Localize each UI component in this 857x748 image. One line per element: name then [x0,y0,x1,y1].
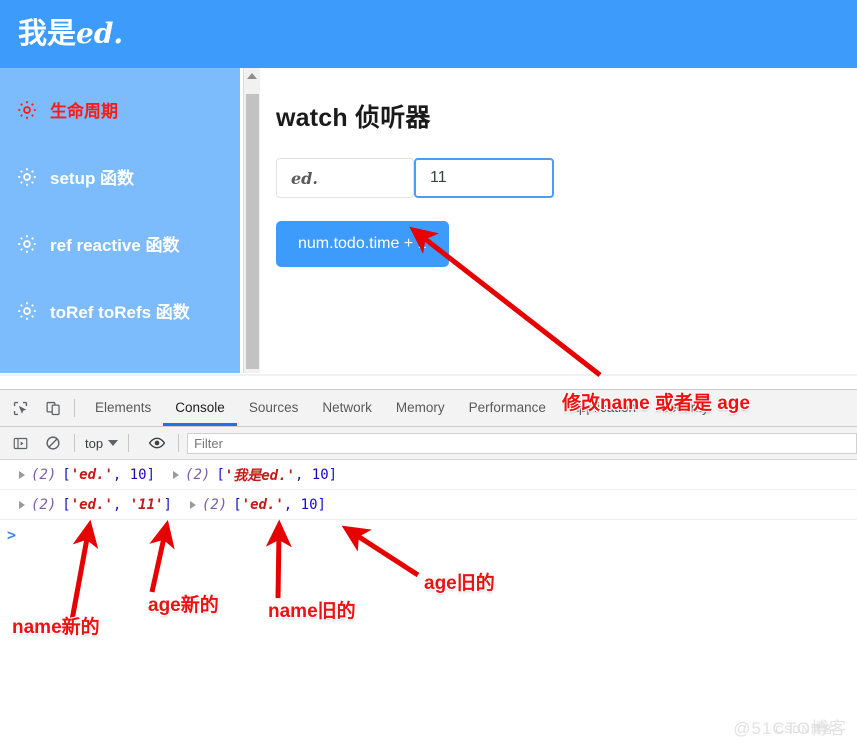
sidebar-item-toref-torefs[interactable]: toRef toRefs 函数 [0,289,240,332]
tab-sources[interactable]: Sources [237,390,311,426]
page-vertical-scrollbar[interactable] [243,68,261,373]
array-length: (2) [31,466,57,483]
toolbar-divider [178,434,180,452]
annotation-text: name [600,393,650,414]
bracket-close: ] [317,496,326,513]
array-length: (2) [201,496,228,513]
gear-icon [18,234,36,253]
scroll-up-arrow-icon[interactable] [247,73,257,79]
app-header: 我是ed. [0,0,857,68]
console-array-group[interactable]: (2) [ 'ed.' , 10 ] [19,467,155,483]
sidebar-item-label: 生命周期 [50,102,118,121]
chevron-down-icon [108,440,119,446]
comma: , [294,466,312,483]
sidebar-item-label: ref reactive 函数 [50,236,180,255]
page-title-cjk: 我是 [18,17,77,50]
console-message-row[interactable]: (2) [ 'ed.' , '11' ] (2) [ 'ed.' , 10 ] [0,490,857,520]
tab-performance[interactable]: Performance [457,390,558,426]
tab-console[interactable]: Console [163,390,237,426]
bracket-close: ] [163,496,172,513]
bracket-open: [ [62,466,71,483]
expand-triangle-icon[interactable] [173,470,180,479]
sidebar-item-setup[interactable]: setup 函数 [0,155,240,198]
bracket-close: ] [328,466,338,483]
console-array-group[interactable]: (2) [ '我是ed.' , 10 ] [173,465,337,485]
array-item-string: 'ed.' [241,496,284,513]
increment-button[interactable]: num.todo.time + 1 [276,221,449,267]
device-toolbar-icon[interactable] [40,395,66,421]
array-length: (2) [185,466,211,483]
expand-triangle-icon[interactable] [19,470,25,479]
expand-triangle-icon[interactable] [19,500,25,509]
annotation-name-new: name新的 [12,617,100,638]
tab-network[interactable]: Network [310,390,384,426]
annotation-text: age [717,393,750,414]
vertical-scrollbar-thumb[interactable] [246,94,259,369]
page-title: 我是ed. [0,16,124,50]
console-message-row[interactable]: (2) [ 'ed.' , 10 ] (2) [ '我是ed.' , 10 ] [0,460,857,490]
toolbar-divider [74,434,75,452]
main-content: watch 侦听器 num.todo.time + 1 [260,68,857,373]
comma: , [283,496,301,513]
annotation-text: 或者是 [649,393,718,414]
annotation-age-new: age新的 [148,595,219,616]
sidebar-item-lifecycle[interactable]: 生命周期 [0,88,240,131]
console-input-prompt[interactable]: > [0,520,857,550]
name-input[interactable] [276,158,414,198]
array-item-number: 10 [129,466,147,483]
annotation-text: 修改 [562,393,601,414]
array-item-number: 10 [300,496,318,513]
tab-elements[interactable]: Elements [83,390,163,426]
sidebar-item-label: setup 函数 [50,169,135,188]
sidebar-item-label: toRef toRefs 函数 [50,303,190,322]
array-item-string: '11' [129,496,164,513]
array-item-string: '我是ed.' [224,467,295,484]
console-sidebar-icon[interactable] [7,430,33,456]
bracket-open: [ [216,466,225,483]
annotation-age-old: age旧的 [424,573,495,594]
comma: , [112,466,130,483]
tab-memory[interactable]: Memory [384,390,457,426]
console-toolbar: top [0,427,857,460]
annotation-name-old: name旧的 [268,601,356,622]
gear-icon [18,100,36,119]
array-item-number: 10 [311,466,329,483]
array-length: (2) [31,496,57,513]
browser-page-viewport: 我是ed. 生命周期 setup 函数 ref reactive 函数 toRe… [0,0,857,376]
toolbar-divider [128,434,130,452]
filter-input[interactable] [187,432,857,454]
input-row [276,158,857,198]
bracket-open: [ [233,496,242,513]
sidebar: 生命周期 setup 函数 ref reactive 函数 toRef toRe… [0,68,240,373]
age-input[interactable] [414,158,554,198]
array-item-string: 'ed.' [70,466,113,483]
comma: , [112,496,130,513]
live-expression-icon[interactable] [144,430,170,456]
annotation-tabbar-note: 修改name 或者是 age [562,388,750,415]
console-array-group[interactable]: (2) [ 'ed.' , 10 ] [189,496,326,513]
prompt-chevron-icon: > [7,526,17,544]
console-output: (2) [ 'ed.' , 10 ] (2) [ '我是ed.' , 10 ] … [0,460,857,550]
array-item-string: 'ed.' [70,496,113,513]
section-heading: watch 侦听器 [276,104,431,132]
execution-context-label: top [85,435,104,451]
gear-icon [18,301,36,320]
sidebar-item-ref-reactive[interactable]: ref reactive 函数 [0,222,240,265]
page-title-latin: ed. [76,16,124,50]
page-horizontal-scrollbar[interactable] [0,374,857,376]
expand-triangle-icon[interactable] [189,500,196,509]
toolbar-divider [74,399,75,417]
clear-console-icon[interactable] [40,430,66,456]
console-array-group[interactable]: (2) [ 'ed.' , '11' ] [19,497,172,513]
bracket-open: [ [62,496,71,513]
inspect-element-icon[interactable] [7,395,33,421]
execution-context-selector[interactable]: top [83,436,120,451]
bracket-close: ] [146,466,156,483]
gear-icon [18,167,36,186]
